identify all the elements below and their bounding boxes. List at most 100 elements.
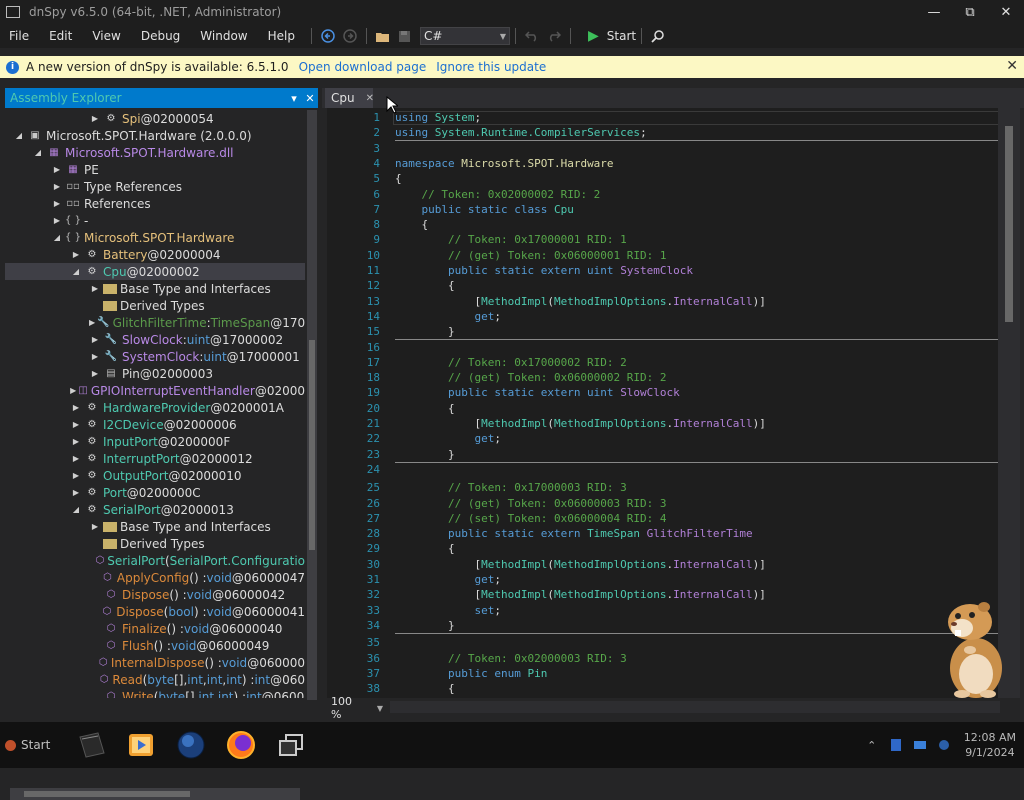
- expander-icon[interactable]: ▶: [89, 318, 95, 327]
- tab-cpu[interactable]: Cpu ✕: [325, 88, 374, 108]
- volume-icon[interactable]: [936, 737, 952, 753]
- forward-icon[interactable]: [340, 27, 360, 45]
- expander-icon[interactable]: ▶: [70, 386, 76, 395]
- open-folder-icon[interactable]: [373, 27, 393, 45]
- taskbar-clock[interactable]: 12:08 AM 9/1/2024: [964, 730, 1016, 760]
- menu-debug[interactable]: Debug: [132, 29, 191, 43]
- expander-icon[interactable]: ◢: [13, 131, 25, 140]
- tree-node[interactable]: ▶ ⚙ Spi @02000054: [5, 110, 305, 127]
- expander-icon[interactable]: ▶: [89, 114, 101, 123]
- tree-node[interactable]: ▶ ▦ PE: [5, 161, 305, 178]
- tree-node[interactable]: ▶ ▤ Pin @02000003: [5, 365, 305, 382]
- expander-icon[interactable]: ◢: [70, 267, 82, 276]
- expander-icon[interactable]: ▶: [51, 216, 63, 225]
- tree-node[interactable]: ⬡ Read(byte [], int, int, int) : int @060: [5, 671, 305, 688]
- tree-node[interactable]: ⬡ InternalDispose() : void @060000: [5, 654, 305, 671]
- infobar-close-icon[interactable]: ✕: [1006, 58, 1018, 74]
- globe-icon[interactable]: [174, 728, 208, 762]
- tree-node[interactable]: ⬡ ApplyConfig() : void @06000047: [5, 569, 305, 586]
- tree-node[interactable]: ◢{ } Microsoft.SPOT.Hardware: [5, 229, 305, 246]
- tree-node[interactable]: ▶ ⚙ OutputPort @02000010: [5, 467, 305, 484]
- tree-node[interactable]: ▶ ⚙ HardwareProvider @0200001A: [5, 399, 305, 416]
- zoom-select[interactable]: 100 % ▼: [328, 695, 383, 721]
- tree-node[interactable]: ▶ ⚙ InterruptPort @02000012: [5, 450, 305, 467]
- taskbar-start-button[interactable]: Start: [0, 728, 66, 762]
- expander-icon[interactable]: ▶: [51, 165, 63, 174]
- code-editor[interactable]: 1 2 3 4 5 6 7 8 9 10 11 12 13 14 15 16 17 18 19 20 21 22 23 24 2…: [327, 108, 1020, 698]
- tree-node[interactable]: ▶ ⚙ I2CDevice @02000006: [5, 416, 305, 433]
- menu-window[interactable]: Window: [191, 29, 258, 43]
- tree-node[interactable]: ▶ ⚙ Port @0200000C: [5, 484, 305, 501]
- panel-close-icon[interactable]: ✕: [302, 92, 318, 105]
- scroll-thumb[interactable]: [24, 791, 190, 797]
- language-select[interactable]: C# ▼: [419, 27, 510, 45]
- expander-icon[interactable]: ▶: [89, 335, 101, 344]
- tree-node[interactable]: Derived Types: [5, 535, 305, 552]
- tree-node[interactable]: ⬡ Dispose() : void @06000042: [5, 586, 305, 603]
- tree-node[interactable]: ▶{ } -: [5, 212, 305, 229]
- tray-expand-icon[interactable]: ⌃: [864, 737, 880, 753]
- terminal-icon[interactable]: [74, 728, 108, 762]
- close-button[interactable]: ✕: [988, 5, 1024, 20]
- expander-icon[interactable]: ▶: [89, 522, 101, 531]
- expander-icon[interactable]: ▶: [51, 199, 63, 208]
- expander-icon[interactable]: ▶: [70, 420, 82, 429]
- scroll-thumb[interactable]: [1005, 126, 1013, 322]
- tree-node[interactable]: ▶ Base Type and Interfaces: [5, 518, 305, 535]
- tree-node[interactable]: ⬡ Dispose(bool) : void @06000041: [5, 603, 306, 620]
- expander-icon[interactable]: ▶: [70, 488, 82, 497]
- back-icon[interactable]: [318, 27, 338, 45]
- panel-menu-icon[interactable]: ▾: [286, 92, 302, 105]
- search-icon[interactable]: [648, 27, 668, 45]
- tree-node[interactable]: ▶ ▫▫ References: [5, 195, 305, 212]
- windows-icon[interactable]: [274, 728, 308, 762]
- menu-view[interactable]: View: [83, 29, 131, 43]
- start-debug-button[interactable]: ▶ Start: [588, 28, 636, 44]
- expander-icon[interactable]: ▶: [89, 352, 101, 361]
- expander-icon[interactable]: ▶: [89, 369, 101, 378]
- save-icon[interactable]: [395, 27, 415, 45]
- tree-node[interactable]: ▶ Base Type and Interfaces: [5, 280, 305, 297]
- tray-app-icon[interactable]: [888, 737, 904, 753]
- expander-icon[interactable]: ▶: [89, 284, 101, 293]
- tree-node[interactable]: ◢ ▦ Microsoft.SPOT.Hardware.dll: [5, 144, 305, 161]
- tree-node[interactable]: ▶ 🔧 SlowClock : uint @17000002: [5, 331, 305, 348]
- tree-node[interactable]: ⬡ SerialPort(SerialPort.Configuratio: [5, 552, 305, 569]
- minimize-button[interactable]: —: [916, 5, 952, 20]
- tree-node[interactable]: ⬡ Finalize() : void @06000040: [5, 620, 305, 637]
- expander-icon[interactable]: ◢: [51, 233, 63, 242]
- expander-icon[interactable]: ▶: [70, 454, 82, 463]
- tree-node[interactable]: ⬡ Write(byte [], int, int) : int @0600: [5, 688, 305, 699]
- expander-icon[interactable]: ◢: [70, 505, 82, 514]
- firefox-icon[interactable]: [224, 728, 258, 762]
- tree-node[interactable]: ▶ 🔧 GlitchFilterTime : TimeSpan @170: [5, 314, 305, 331]
- tree-node[interactable]: Derived Types: [5, 297, 305, 314]
- tree-node[interactable]: ◢ ▣ Microsoft.SPOT.Hardware (2.0.0.0): [5, 127, 305, 144]
- open-download-link[interactable]: Open download page: [299, 60, 427, 74]
- tree-node[interactable]: ▶ ◫ GPIOInterruptEventHandler @02000: [5, 382, 305, 399]
- expander-icon[interactable]: ◢: [32, 148, 44, 157]
- media-player-icon[interactable]: [124, 728, 158, 762]
- tree-node[interactable]: ▶ 🔧 SystemClock : uint @17000001: [5, 348, 305, 365]
- tree-node[interactable]: ▶ ⚙ InputPort @0200000F: [5, 433, 305, 450]
- ignore-update-link[interactable]: Ignore this update: [436, 60, 546, 74]
- expander-icon[interactable]: ▶: [70, 471, 82, 480]
- scroll-thumb[interactable]: [309, 340, 315, 550]
- expander-icon[interactable]: ▶: [70, 437, 82, 446]
- tree-node[interactable]: ▶ ⚙ Battery @02000004: [5, 246, 305, 263]
- expander-icon[interactable]: ▶: [70, 403, 82, 412]
- tree-horizontal-scrollbar[interactable]: [10, 788, 300, 800]
- tree-vertical-scrollbar[interactable]: [307, 110, 317, 700]
- tree-node[interactable]: ▶ ▫▫ Type References: [5, 178, 305, 195]
- expander-icon[interactable]: ▶: [70, 250, 82, 259]
- editor-horizontal-scrollbar[interactable]: [390, 701, 1000, 713]
- menu-edit[interactable]: Edit: [40, 29, 83, 43]
- tree-node[interactable]: ⬡ Flush() : void @06000049: [5, 637, 305, 654]
- undo-icon[interactable]: [522, 27, 542, 45]
- maximize-button[interactable]: ⧉: [952, 5, 988, 20]
- expander-icon[interactable]: ▶: [51, 182, 63, 191]
- tree-node[interactable]: ◢ ⚙ SerialPort @02000013: [5, 501, 305, 518]
- tree-node[interactable]: ◢ ⚙ Cpu @02000002: [5, 263, 305, 280]
- menu-help[interactable]: Help: [259, 29, 306, 43]
- tab-close-icon[interactable]: ✕: [366, 93, 374, 104]
